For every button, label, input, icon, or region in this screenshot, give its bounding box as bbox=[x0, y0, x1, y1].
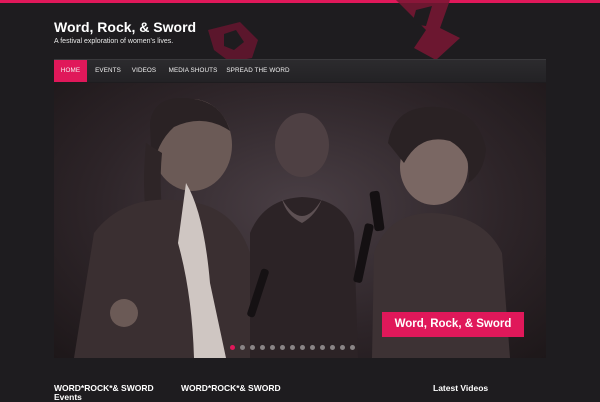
nav-item-events[interactable]: EVENTS bbox=[92, 60, 124, 82]
slider-dot[interactable] bbox=[350, 345, 355, 350]
footer-widget-latest-videos: Latest Videos bbox=[433, 384, 488, 393]
slider-dot[interactable] bbox=[270, 345, 275, 350]
nav-item-videos[interactable]: VIDEOS bbox=[128, 60, 160, 82]
hero-caption-badge[interactable]: Word, Rock, & Sword bbox=[382, 312, 524, 337]
slider-dot[interactable] bbox=[340, 345, 345, 350]
background-logo-icon bbox=[208, 0, 460, 62]
main-navigation: HOME EVENTS VIDEOS MEDIA SHOUTS SPREAD T… bbox=[54, 59, 546, 82]
slider-dot[interactable] bbox=[240, 345, 245, 350]
slider-dot[interactable] bbox=[280, 345, 285, 350]
hero-slider[interactable]: Word, Rock, & Sword bbox=[54, 83, 546, 358]
slider-dot[interactable] bbox=[310, 345, 315, 350]
slider-dot[interactable] bbox=[250, 345, 255, 350]
site-tagline: A festival exploration of women's lives. bbox=[54, 38, 174, 45]
nav-item-media-shouts[interactable]: MEDIA SHOUTS bbox=[166, 60, 220, 82]
footer-widget-title: WORD*ROCK*& SWORD bbox=[181, 383, 281, 393]
slider-dot[interactable] bbox=[290, 345, 295, 350]
footer-widget-title: Latest Videos bbox=[433, 383, 489, 393]
slider-dot[interactable] bbox=[330, 345, 335, 350]
footer-widget-subtitle: Events bbox=[54, 392, 82, 402]
slider-dot[interactable] bbox=[300, 345, 305, 350]
nav-item-spread-the-word[interactable]: SPREAD THE WORD bbox=[226, 60, 290, 82]
footer-widget-events: WORD*ROCK*& SWORD Events bbox=[54, 384, 154, 402]
slider-dot[interactable] bbox=[230, 345, 235, 350]
nav-item-home[interactable]: HOME bbox=[54, 60, 87, 82]
slider-dot[interactable] bbox=[320, 345, 325, 350]
site-title[interactable]: Word, Rock, & Sword bbox=[54, 19, 196, 35]
slider-dot[interactable] bbox=[260, 345, 265, 350]
footer-widget-about: WORD*ROCK*& SWORD bbox=[181, 384, 281, 393]
